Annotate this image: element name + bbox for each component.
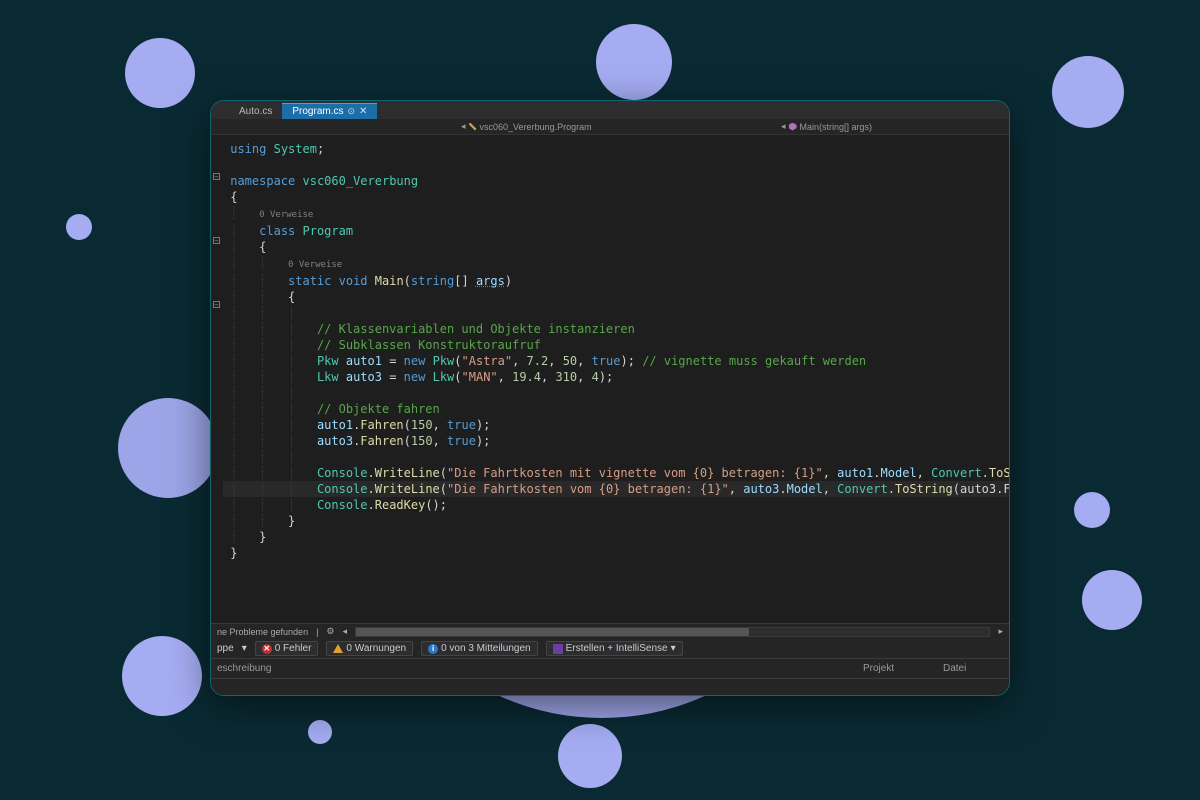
- bg-circle: [308, 720, 332, 744]
- wrench-icon: [469, 123, 477, 131]
- fold-toggle[interactable]: −: [213, 301, 220, 308]
- messages-count: 0 von 3 Mitteilungen: [441, 643, 531, 654]
- group-label: ppe: [217, 643, 234, 654]
- chevron-left-icon: ◂: [781, 121, 786, 132]
- bg-circle: [558, 724, 622, 788]
- tab-label: Program.cs: [292, 106, 343, 117]
- code-content: using System; namespace vsc060_Vererbung…: [211, 141, 1009, 561]
- settings-icon[interactable]: ⚙: [326, 626, 334, 637]
- code-editor[interactable]: − − − using System; namespace vsc060_Ver…: [211, 135, 1009, 623]
- separator: |: [316, 627, 318, 637]
- scrollbar-thumb[interactable]: [356, 628, 749, 636]
- close-icon[interactable]: ✕: [359, 106, 367, 117]
- warnings-count: 0 Warnungen: [346, 643, 406, 654]
- messages-filter[interactable]: i 0 von 3 Mitteilungen: [421, 641, 538, 656]
- error-list-toolbar: ppe ▾ ✕ 0 Fehler 0 Warnungen i 0 von 3 M…: [211, 639, 1009, 659]
- bg-circle-mid: [118, 398, 218, 498]
- pin-icon[interactable]: ⊙: [347, 106, 355, 117]
- tab-program-cs[interactable]: Program.cs ⊙ ✕: [282, 103, 377, 119]
- build-scope-dropdown[interactable]: Erstellen + IntelliSense ▾: [546, 641, 683, 656]
- warnings-filter[interactable]: 0 Warnungen: [326, 641, 413, 656]
- bg-circle: [1082, 570, 1142, 630]
- nav-scope-class[interactable]: ◂ vsc060_Vererbung.Program: [461, 121, 592, 132]
- warning-icon: [333, 644, 343, 653]
- chevron-down-icon: ▾: [671, 643, 676, 654]
- column-description[interactable]: eschreibung: [217, 663, 863, 674]
- panel-spacer: [211, 683, 1009, 695]
- column-file[interactable]: Datei: [943, 663, 1003, 674]
- bg-circle: [66, 214, 92, 240]
- horizontal-scrollbar[interactable]: [355, 627, 990, 637]
- build-icon: [553, 644, 563, 654]
- bg-circle: [1074, 492, 1110, 528]
- bg-circle: [125, 38, 195, 108]
- tab-auto-cs[interactable]: Auto.cs: [229, 103, 282, 119]
- error-icon: ✕: [262, 644, 272, 654]
- navigation-bar: ◂ vsc060_Vererbung.Program ◂ Main(string…: [211, 119, 1009, 135]
- scroll-right-icon[interactable]: ▸: [998, 626, 1003, 637]
- chevron-left-icon: ◂: [461, 121, 466, 132]
- error-list-panel: ppe ▾ ✕ 0 Fehler 0 Warnungen i 0 von 3 M…: [211, 639, 1009, 683]
- error-list-columns: eschreibung Projekt Datei: [211, 659, 1009, 679]
- chevron-down-icon[interactable]: ▾: [242, 643, 247, 654]
- build-scope-label: Erstellen + IntelliSense: [566, 643, 668, 654]
- info-icon: i: [428, 644, 438, 654]
- errors-filter[interactable]: ✕ 0 Fehler: [255, 641, 319, 656]
- bg-circle: [596, 24, 672, 100]
- tab-label: Auto.cs: [239, 106, 272, 117]
- ide-window: Auto.cs Program.cs ⊙ ✕ ◂ vsc060_Vererbun…: [210, 100, 1010, 696]
- bg-circle: [1052, 56, 1124, 128]
- column-project[interactable]: Projekt: [863, 663, 943, 674]
- fold-toggle[interactable]: −: [213, 237, 220, 244]
- errors-count: 0 Fehler: [275, 643, 312, 654]
- nav-scope-method[interactable]: ◂ Main(string[] args): [781, 121, 872, 132]
- bg-circle: [122, 636, 202, 716]
- editor-tab-bar: Auto.cs Program.cs ⊙ ✕: [211, 101, 1009, 119]
- problems-status: ne Probleme gefunden: [217, 627, 308, 637]
- method-icon: [789, 123, 797, 131]
- nav-label: Main(string[] args): [800, 122, 873, 132]
- nav-label: vsc060_Vererbung.Program: [480, 122, 592, 132]
- fold-toggle[interactable]: −: [213, 173, 220, 180]
- scroll-left-icon[interactable]: ◂: [343, 626, 348, 637]
- editor-status-bar: ne Probleme gefunden | ⚙ ◂ ▸: [211, 623, 1009, 639]
